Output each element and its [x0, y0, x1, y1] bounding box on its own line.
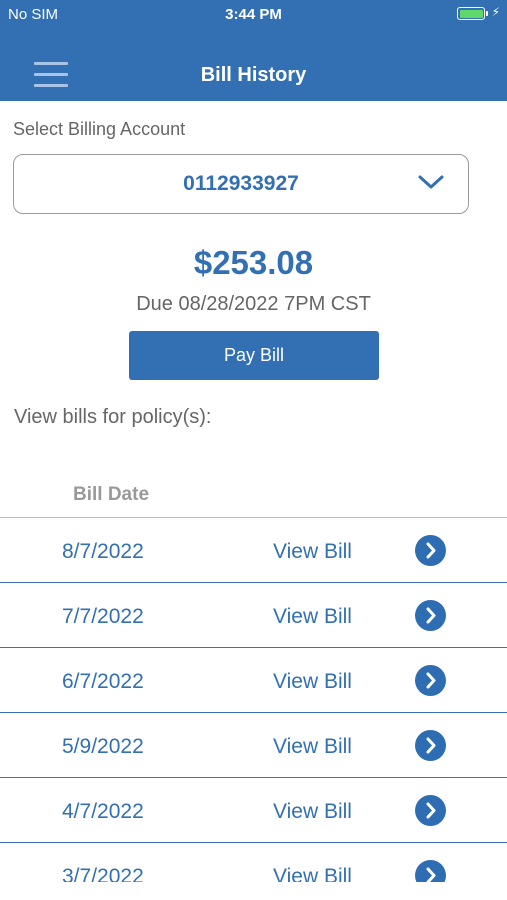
charging-icon: ⚡: [491, 5, 500, 19]
bill-date: 6/7/2022: [62, 670, 144, 693]
bill-date: 7/7/2022: [62, 605, 144, 628]
chevron-right-circle-icon[interactable]: [415, 730, 446, 761]
bill-row[interactable]: 6/7/2022 View Bill: [0, 648, 507, 713]
bill-date: 5/9/2022: [62, 735, 144, 758]
bill-history-list: 8/7/2022 View Bill 7/7/2022 View Bill 6/…: [0, 517, 507, 882]
pay-bill-button[interactable]: Pay Bill: [129, 331, 379, 380]
battery-icon: [457, 7, 488, 20]
bill-row[interactable]: 3/7/2022 View Bill: [0, 843, 507, 882]
bill-date-column-header: Bill Date: [73, 484, 150, 505]
bill-date: 3/7/2022: [62, 865, 144, 882]
chevron-right-circle-icon[interactable]: [415, 665, 446, 696]
view-bill-link[interactable]: View Bill: [273, 735, 352, 759]
amount-due: $253.08: [193, 244, 314, 281]
bill-date: 4/7/2022: [62, 800, 144, 823]
selected-account-number: 0112933927: [183, 172, 299, 195]
view-bill-link[interactable]: View Bill: [273, 865, 352, 882]
chevron-right-circle-icon[interactable]: [415, 795, 446, 826]
billing-account-select[interactable]: 0112933927: [13, 154, 469, 214]
status-bar: No SIM 3:44 PM ⚡: [0, 0, 507, 30]
view-bill-link[interactable]: View Bill: [273, 800, 352, 824]
bill-date: 8/7/2022: [62, 540, 144, 563]
billing-account-label: Select Billing Account: [13, 119, 186, 139]
chevron-down-icon: [418, 175, 444, 189]
bill-row[interactable]: 5/9/2022 View Bill: [0, 713, 507, 778]
bill-row[interactable]: 8/7/2022 View Bill: [0, 518, 507, 583]
policy-label: View bills for policy(s):: [14, 406, 212, 428]
view-bill-link[interactable]: View Bill: [273, 670, 352, 694]
chevron-right-circle-icon[interactable]: [415, 860, 446, 882]
view-bill-link[interactable]: View Bill: [273, 605, 352, 629]
chevron-right-circle-icon[interactable]: [415, 600, 446, 631]
status-time: 3:44 PM: [225, 6, 282, 23]
due-date: Due 08/28/2022 7PM CST: [136, 293, 371, 315]
chevron-right-circle-icon[interactable]: [415, 535, 446, 566]
app-header: No SIM 3:44 PM ⚡ Bill History: [0, 0, 507, 101]
bill-row[interactable]: 4/7/2022 View Bill: [0, 778, 507, 843]
view-bill-link[interactable]: View Bill: [273, 540, 352, 564]
bill-row[interactable]: 7/7/2022 View Bill: [0, 583, 507, 648]
page-title: Bill History: [200, 64, 307, 86]
